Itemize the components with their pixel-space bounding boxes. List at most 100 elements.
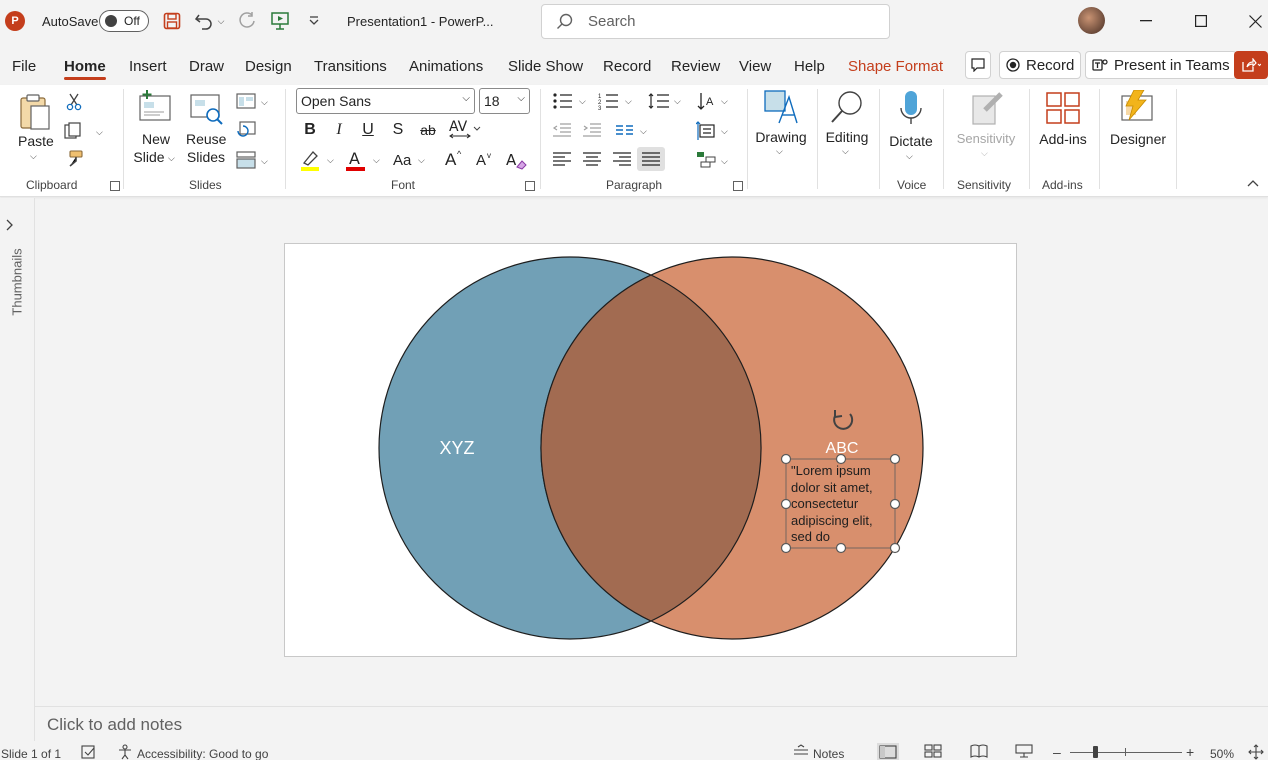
maximize-icon[interactable] xyxy=(1186,8,1216,34)
resize-handle[interactable] xyxy=(780,498,792,510)
search-box[interactable] xyxy=(541,4,890,39)
collapse-ribbon-icon[interactable] xyxy=(1247,179,1259,187)
slideshow-view-icon[interactable] xyxy=(1015,744,1033,758)
tab-insert[interactable]: Insert xyxy=(129,58,167,75)
columns-dropdown-icon[interactable]: ⌵ xyxy=(640,126,647,137)
paste-icon[interactable] xyxy=(18,93,52,131)
avatar[interactable] xyxy=(1078,7,1105,34)
clipboard-launcher-icon[interactable] xyxy=(110,181,120,191)
resize-handle[interactable] xyxy=(889,453,901,465)
editing-label[interactable]: Editing xyxy=(822,128,872,146)
layout-icon[interactable] xyxy=(236,93,256,109)
underline-button[interactable]: U xyxy=(358,121,378,139)
slide-sorter-icon[interactable] xyxy=(924,744,942,758)
align-left-icon[interactable] xyxy=(552,151,572,167)
chevron-right-icon[interactable] xyxy=(6,219,14,231)
align-right-icon[interactable] xyxy=(612,151,632,167)
spelling-check-icon[interactable] xyxy=(81,745,97,759)
slide-canvas[interactable]: XYZ ABC "Lorem ipsum dolor sit amet, con… xyxy=(284,243,1017,657)
align-text-dropdown-icon[interactable]: ⌵ xyxy=(721,126,728,137)
share-button[interactable] xyxy=(1234,51,1268,79)
zoom-slider[interactable] xyxy=(1070,752,1182,753)
change-case-dropdown-icon[interactable]: ⌵ xyxy=(418,155,425,166)
editing-dropdown-icon[interactable]: ⌵ xyxy=(842,146,849,157)
bullets-dropdown-icon[interactable]: ⌵ xyxy=(579,96,586,107)
reuse-slides-label-2[interactable]: Slides xyxy=(186,148,226,166)
start-from-beginning-icon[interactable] xyxy=(269,10,291,32)
resize-handle[interactable] xyxy=(780,453,792,465)
tab-slide-show[interactable]: Slide Show xyxy=(508,58,583,75)
layout-dropdown-icon[interactable]: ⌵ xyxy=(261,97,268,108)
tab-animations[interactable]: Animations xyxy=(409,58,483,75)
notes-pane[interactable]: Click to add notes xyxy=(35,706,1268,741)
character-spacing-icon[interactable]: AV xyxy=(449,118,481,140)
tab-shape-format[interactable]: Shape Format xyxy=(848,58,943,75)
comments-button[interactable] xyxy=(965,51,991,79)
bold-button[interactable]: B xyxy=(300,121,320,139)
zoom-slider-thumb[interactable] xyxy=(1093,746,1098,758)
paste-dropdown-icon[interactable]: ⌵ xyxy=(30,151,37,162)
save-icon[interactable] xyxy=(161,10,183,32)
font-size-select[interactable]: 18 ⌵ xyxy=(479,88,530,114)
thumbnails-label[interactable]: Thumbnails xyxy=(10,248,25,315)
undo-dropdown-icon[interactable]: ⌵ xyxy=(214,10,228,32)
resize-handle[interactable] xyxy=(835,542,847,554)
sensitivity-button-label[interactable]: Sensitivity xyxy=(954,130,1018,148)
zoom-level[interactable]: 50% xyxy=(1210,747,1234,760)
cut-icon[interactable] xyxy=(66,93,82,111)
drawing-icon[interactable] xyxy=(763,89,799,125)
add-ins-icon[interactable] xyxy=(1046,92,1080,124)
new-slide-label-2[interactable]: Slide xyxy=(133,148,165,166)
customize-toolbar-icon[interactable] xyxy=(303,10,325,32)
left-circle-label[interactable]: XYZ xyxy=(439,438,474,458)
highlight-color-icon[interactable] xyxy=(299,149,321,171)
align-center-icon[interactable] xyxy=(582,151,602,167)
paste-label[interactable]: Paste xyxy=(18,132,54,150)
dictate-dropdown-icon[interactable]: ⌵ xyxy=(906,151,913,162)
sensitivity-icon[interactable] xyxy=(971,90,1005,126)
section-icon[interactable] xyxy=(236,151,256,169)
editing-search-icon[interactable] xyxy=(829,89,865,125)
drawing-dropdown-icon[interactable]: ⌵ xyxy=(776,146,783,157)
smartart-icon[interactable] xyxy=(696,150,718,168)
search-input[interactable] xyxy=(588,13,868,30)
justify-icon[interactable] xyxy=(637,147,665,171)
resize-handle[interactable] xyxy=(835,453,847,465)
accessibility-status[interactable]: Accessibility: Good to go xyxy=(137,747,268,760)
tab-file[interactable]: File xyxy=(12,58,36,75)
tab-record[interactable]: Record xyxy=(603,58,651,75)
resize-handle[interactable] xyxy=(889,498,901,510)
section-dropdown-icon[interactable]: ⌵ xyxy=(261,156,268,167)
change-case-button[interactable]: Aa xyxy=(393,152,411,169)
copy-dropdown-icon[interactable]: ⌵ xyxy=(96,127,103,138)
format-painter-icon[interactable] xyxy=(65,150,85,168)
autosave-toggle[interactable]: Off xyxy=(99,10,149,32)
numbering-dropdown-icon[interactable]: ⌵ xyxy=(625,96,632,107)
tab-transitions[interactable]: Transitions xyxy=(314,58,387,75)
accessibility-icon[interactable] xyxy=(117,744,133,760)
reuse-slides-label-1[interactable]: Reuse xyxy=(186,130,226,148)
text-direction-icon[interactable]: A xyxy=(697,91,717,111)
bullets-icon[interactable] xyxy=(552,92,574,110)
increase-indent-icon[interactable] xyxy=(582,122,602,138)
tab-review[interactable]: Review xyxy=(671,58,720,75)
dictate-label[interactable]: Dictate xyxy=(886,132,936,150)
minimize-icon[interactable] xyxy=(1131,8,1161,34)
font-color-dropdown-icon[interactable]: ⌵ xyxy=(373,155,380,166)
paragraph-launcher-icon[interactable] xyxy=(733,181,743,191)
sensitivity-dropdown-icon[interactable]: ⌵ xyxy=(981,148,988,159)
tab-draw[interactable]: Draw xyxy=(189,58,224,75)
text-direction-dropdown-icon[interactable]: ⌵ xyxy=(721,96,728,107)
new-slide-icon[interactable] xyxy=(138,90,174,124)
tab-view[interactable]: View xyxy=(739,58,771,75)
new-slide-dropdown-icon[interactable]: ⌵ xyxy=(168,153,175,164)
zoom-out-icon[interactable]: – xyxy=(1053,744,1061,760)
reset-icon[interactable] xyxy=(236,121,256,139)
microphone-icon[interactable] xyxy=(899,90,923,128)
shrink-font-button[interactable]: A xyxy=(476,152,486,169)
text-shadow-button[interactable]: S xyxy=(388,121,408,139)
decrease-indent-icon[interactable] xyxy=(552,122,572,138)
font-color-icon[interactable]: A xyxy=(345,149,367,171)
highlight-dropdown-icon[interactable]: ⌵ xyxy=(327,155,334,166)
line-spacing-icon[interactable] xyxy=(648,92,670,110)
